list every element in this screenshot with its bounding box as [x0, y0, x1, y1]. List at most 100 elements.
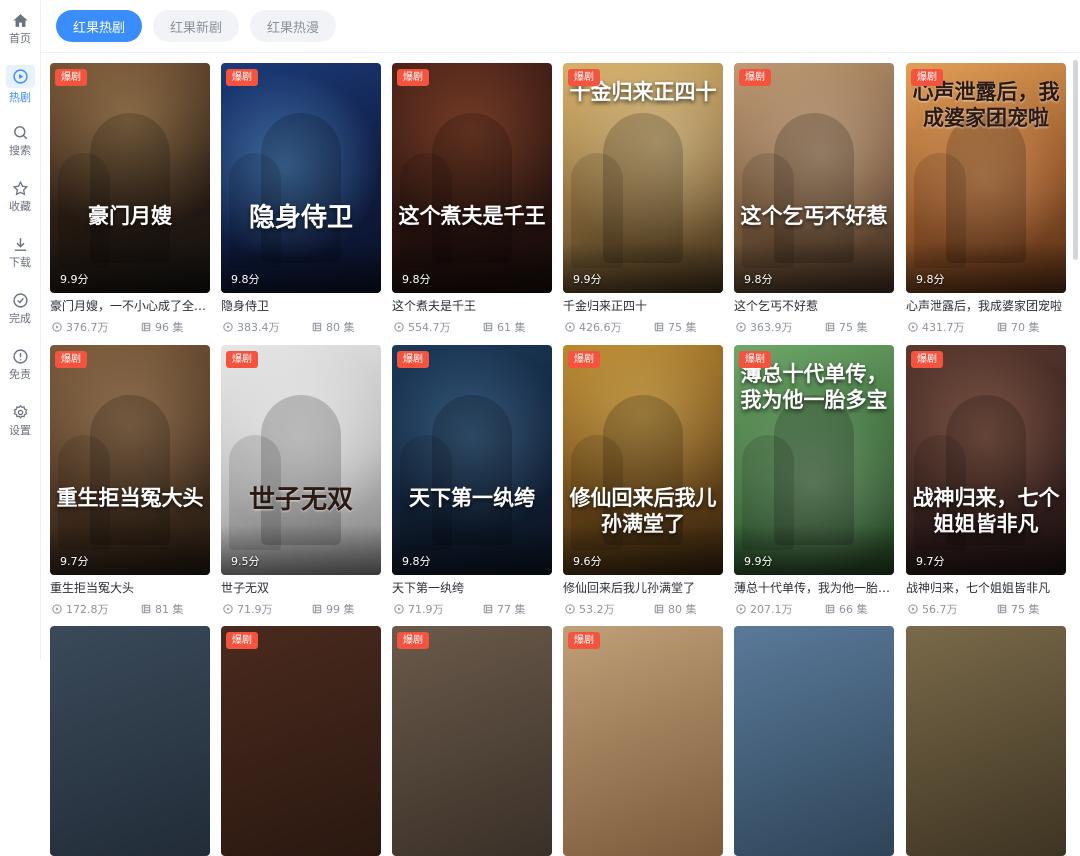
play-count-icon [736, 604, 750, 614]
hot-badge: 爆剧 [911, 69, 943, 86]
episode-count: 81 集 [155, 603, 184, 616]
drama-card[interactable]: 爆剧 [392, 626, 552, 856]
tab-hongguo-new[interactable]: 红果新剧 [153, 10, 239, 42]
drama-title[interactable]: 豪门月嫂，一不小心成了全家的白月光 [50, 298, 210, 314]
drama-card[interactable]: 世子无双 爆剧 9.5分 世子无双 71.9万 99 集 [221, 345, 381, 617]
views-stat: 71.9万 [223, 601, 273, 617]
drama-poster[interactable]: 豪门月嫂 爆剧 9.9分 [50, 63, 210, 293]
home-icon [12, 12, 29, 29]
drama-poster[interactable]: 千金归来正四十 爆剧 9.9分 [563, 63, 723, 293]
drama-poster[interactable]: 爆剧 [392, 626, 552, 856]
poster-figure [90, 113, 170, 263]
drama-card[interactable]: 天下第一纨绔 爆剧 9.8分天下第一纨绔 71.9万 77 集 [392, 345, 552, 616]
nav-item-hot[interactable]: 热剧 [0, 65, 40, 112]
drama-title[interactable]: 世子无双 [221, 580, 381, 596]
drama-poster[interactable]: 天下第一纨绔 爆剧 9.8分 [392, 345, 552, 575]
nav-item-disclaimer[interactable]: 免责 [0, 348, 40, 392]
nav-item-download[interactable]: 下载 [0, 236, 40, 280]
drama-poster[interactable]: 世子无双 爆剧 9.5分 [221, 345, 381, 575]
scrollbar-thumb[interactable] [1073, 60, 1078, 260]
tab-hongguo-anime[interactable]: 红果热漫 [250, 10, 336, 42]
view-count: 376.7万 [66, 321, 109, 334]
episode-list-icon [312, 604, 326, 614]
scrollbar[interactable] [1072, 54, 1078, 659]
drama-score: 9.7分 [916, 555, 945, 568]
drama-title[interactable]: 心声泄露后，我成婆家团宠啦 [906, 298, 1066, 314]
drama-card[interactable] [50, 626, 210, 856]
poster-title-art: 这个煮夫是千王 [398, 203, 546, 228]
drama-card[interactable]: 这个乞丐不好惹 爆剧 9.8分 这个乞丐不好惹 363.9万 75 集 [734, 63, 894, 334]
nav-item-favorites[interactable]: 收藏 [0, 180, 40, 224]
drama-poster[interactable]: 这个乞丐不好惹 爆剧 9.8分 [734, 63, 894, 293]
drama-score: 9.8分 [402, 555, 431, 568]
drama-poster[interactable]: 战神归来，七个姐姐皆非凡 爆剧 9.7分 [906, 345, 1066, 575]
tab-hongguo-hot[interactable]: 红果热剧 [56, 10, 142, 42]
drama-card[interactable]: 薄总十代单传，我为他一胎多宝 爆剧 9.9分薄总十代单传，我为他一胎多宝 207.1万… [734, 345, 894, 617]
nav-item-home[interactable]: 首页 [0, 12, 40, 56]
drama-poster[interactable]: 爆剧 [221, 626, 381, 856]
episode-list-icon [825, 322, 839, 332]
hot-badge: 爆剧 [568, 69, 600, 86]
views-stat: 554.7万 [394, 319, 451, 335]
drama-title[interactable]: 隐身侍卫 [221, 298, 381, 314]
drama-poster[interactable]: 隐身侍卫 爆剧 9.8分 [221, 63, 381, 293]
hot-badge: 爆剧 [739, 69, 771, 86]
drama-meta: 71.9万 77 集 [392, 601, 552, 616]
drama-poster[interactable]: 修仙回来后我儿孙满堂了 爆剧 9.6分 [563, 345, 723, 575]
nav-item-completed[interactable]: 完成 [0, 292, 40, 336]
play-count-icon [565, 604, 579, 614]
episode-list-icon [825, 604, 839, 614]
drama-poster[interactable]: 心声泄露后，我成婆家团宠啦 爆剧 9.8分 [906, 63, 1066, 293]
drama-poster[interactable] [906, 626, 1066, 856]
drama-title[interactable]: 天下第一纨绔 [392, 580, 552, 596]
nav-item-settings[interactable]: 设置 [0, 404, 40, 448]
play-count-icon [394, 322, 408, 332]
drama-meta: 172.8万 81 集 [50, 601, 210, 616]
views-stat: 207.1万 [736, 601, 793, 617]
poster-figure [432, 395, 512, 545]
drama-poster[interactable]: 这个煮夫是千王 爆剧 9.8分 [392, 63, 552, 293]
view-count: 53.2万 [579, 603, 615, 616]
drama-card[interactable]: 心声泄露后，我成婆家团宠啦 爆剧 9.8分 心声泄露后，我成婆家团宠啦 431.7万 70… [906, 63, 1066, 334]
drama-poster[interactable] [734, 626, 894, 856]
drama-title[interactable]: 千金归来正四十 [563, 298, 723, 314]
view-count: 431.7万 [922, 321, 965, 334]
check-circle-icon [12, 292, 29, 309]
poster-figure [946, 113, 1026, 263]
hot-badge: 爆剧 [55, 351, 87, 368]
play-count-icon [223, 322, 237, 332]
poster-title-art: 隐身侍卫 [248, 203, 353, 233]
poster-figure [774, 113, 854, 263]
drama-title[interactable]: 重生拒当冤大头 [50, 580, 210, 596]
drama-card[interactable]: 爆剧 [563, 626, 723, 856]
play-count-icon [394, 604, 408, 614]
nav-item-search[interactable]: 搜索 [0, 124, 40, 168]
drama-poster[interactable]: 爆剧 [563, 626, 723, 856]
drama-card[interactable]: 重生拒当冤大头 爆剧 9.7分重生拒当冤大头 172.8万 81 集 [50, 345, 210, 616]
drama-card[interactable]: 这个煮夫是千王 爆剧 9.8分 这个煮夫是千王 554.7万 61 集 [392, 63, 552, 335]
drama-card[interactable]: 修仙回来后我儿孙满堂了 爆剧 9.6分 修仙回来后我儿孙满堂了 53.2万 80 集 [563, 345, 723, 616]
drama-card[interactable]: 千金归来正四十 爆剧 9.9分 千金归来正四十 426.6万 75 集 [563, 63, 723, 334]
drama-card[interactable]: 战神归来，七个姐姐皆非凡 爆剧 9.7分战神归来，七个姐姐皆非凡 56.7万 75 集 [906, 345, 1066, 616]
episode-list-icon [483, 604, 497, 614]
view-count: 172.8万 [66, 603, 109, 616]
drama-meta: 56.7万 75 集 [906, 601, 1066, 616]
drama-card[interactable] [906, 626, 1066, 856]
drama-poster[interactable] [50, 626, 210, 856]
drama-card[interactable]: 隐身侍卫 爆剧 9.8分 隐身侍卫 383.4万 80 集 [221, 63, 381, 334]
drama-title[interactable]: 战神归来，七个姐姐皆非凡 [906, 580, 1066, 596]
drama-title[interactable]: 这个煮夫是千王 [392, 298, 552, 314]
drama-title[interactable]: 薄总十代单传，我为他一胎多宝 [734, 580, 894, 596]
episode-list-icon [312, 322, 326, 332]
nav-label-settings: 设置 [9, 424, 31, 437]
drama-poster[interactable]: 重生拒当冤大头 爆剧 9.7分 [50, 345, 210, 575]
drama-title[interactable]: 这个乞丐不好惹 [734, 298, 894, 314]
drama-card[interactable] [734, 626, 894, 856]
drama-card[interactable]: 爆剧 [221, 626, 381, 856]
drama-score: 9.8分 [916, 273, 945, 286]
drama-card[interactable]: 豪门月嫂 爆剧 9.9分豪门月嫂，一不小心成了全家的白月光 376.7万 96 集 [50, 63, 210, 334]
drama-title[interactable]: 修仙回来后我儿孙满堂了 [563, 580, 723, 596]
view-count: 71.9万 [408, 603, 444, 616]
drama-meta: 431.7万 70 集 [906, 319, 1066, 334]
drama-poster[interactable]: 薄总十代单传，我为他一胎多宝 爆剧 9.9分 [734, 345, 894, 575]
